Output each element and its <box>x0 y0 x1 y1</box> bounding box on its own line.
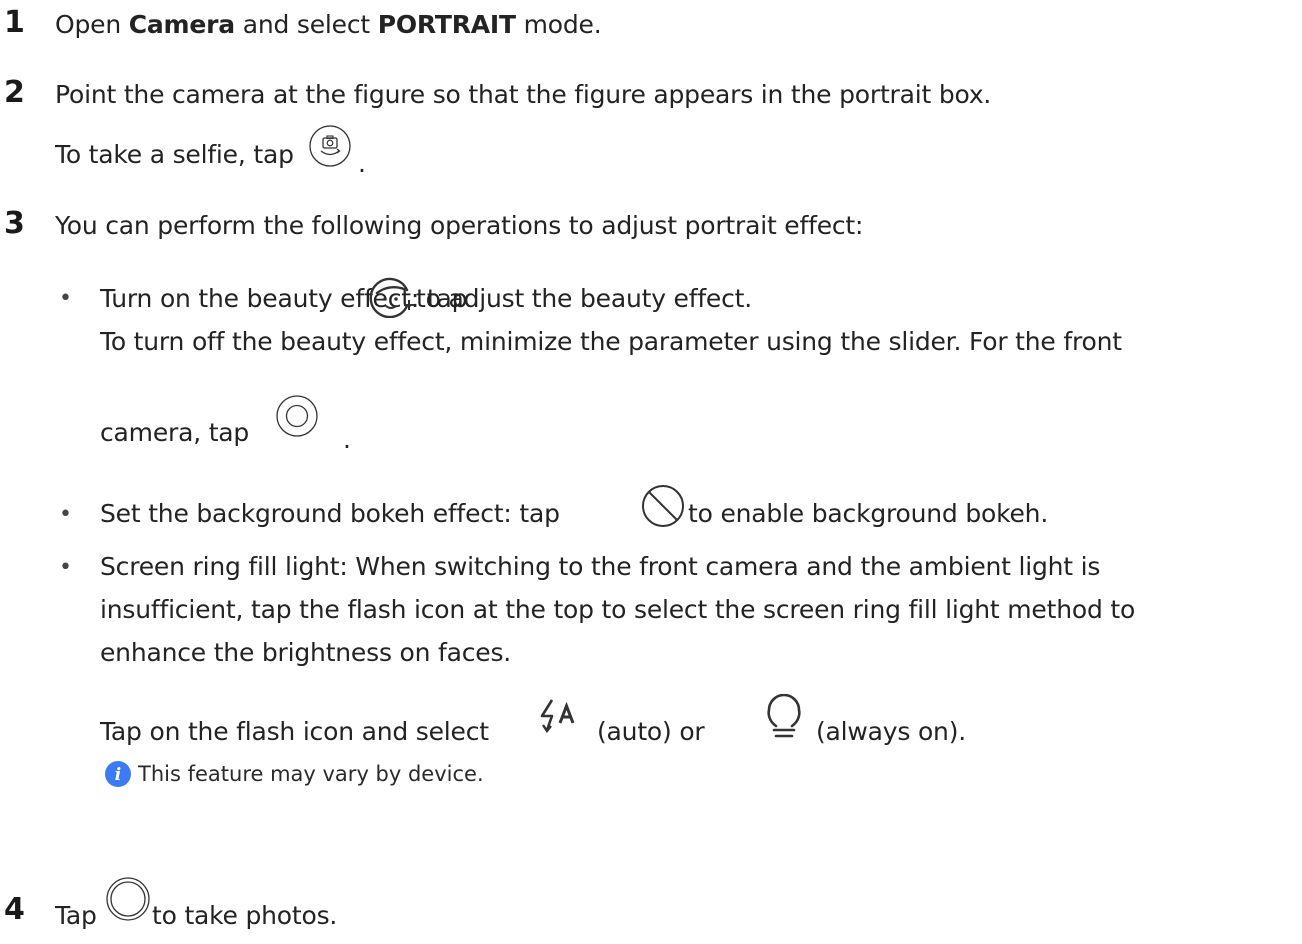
step-1-part: and select <box>234 10 378 39</box>
step-1-text: Open Camera and select PORTRAIT mode. <box>55 8 602 42</box>
step-2-sub-end: . <box>358 149 366 178</box>
shutter-icon <box>105 876 151 922</box>
beauty-bullet-line3-after: . <box>343 425 351 454</box>
fill-light-line-3: enhance the brightness on faces. <box>100 638 512 667</box>
step-4-after: to take photos. <box>152 901 338 930</box>
bullet-dot: • <box>59 286 72 311</box>
beauty-bullet-line3: camera, tap <box>100 416 249 450</box>
beauty-bullet-line3-before: camera, tap <box>100 418 250 447</box>
step-2-text: Point the camera at the figure so that t… <box>55 80 992 109</box>
portrait-mode-name: PORTRAIT <box>377 10 516 39</box>
switch-camera-icon <box>308 124 352 168</box>
bullet-dot: • <box>59 555 72 580</box>
beauty-face-icon <box>369 276 415 318</box>
fill-light-line-2: insufficient, tap the flash icon at the … <box>100 595 1136 624</box>
flash-line-mid: (auto) or <box>597 717 705 746</box>
step-4-text: Tap <box>55 899 97 933</box>
camera-app-name: Camera <box>128 10 235 39</box>
bulb-always-on-icon <box>764 694 804 740</box>
bokeh-bullet-before: Set the background bokeh effect: tap <box>100 499 560 528</box>
step-3-number: 3 <box>4 206 25 241</box>
step-2-sub-text: To take a selfie, tap <box>55 140 294 169</box>
step-1-number: 1 <box>4 5 25 40</box>
flash-line-text: Tap on the flash icon and select <box>100 715 489 749</box>
info-icon: i <box>104 760 132 788</box>
flash-line-after: (always on). <box>816 717 966 746</box>
step-4-before: Tap <box>55 901 97 930</box>
flash-line-before: Tap on the flash icon and select <box>100 717 489 746</box>
step-3-text: You can perform the following operations… <box>55 211 864 240</box>
fill-light-line-1: Screen ring fill light: When switching t… <box>100 552 1101 581</box>
step-4-number: 4 <box>4 892 25 927</box>
flash-auto-icon <box>538 696 586 740</box>
front-beauty-ring-icon <box>275 394 319 438</box>
beauty-bullet-after: to adjust the beauty effect. <box>416 284 752 313</box>
step-1-part: Open <box>55 10 129 39</box>
svg-text:i: i <box>115 765 121 785</box>
bokeh-off-icon <box>640 483 686 529</box>
bokeh-bullet-after: to enable background bokeh. <box>688 499 1049 528</box>
beauty-bullet-line2: To turn off the beauty effect, minimize … <box>100 327 1122 356</box>
bokeh-bullet-text: Set the background bokeh effect: tap <box>100 497 560 531</box>
bullet-dot: • <box>59 502 72 527</box>
step-2-subline: To take a selfie, tap <box>55 138 294 172</box>
device-note: This feature may vary by device. <box>138 762 484 786</box>
step-2-number: 2 <box>4 75 25 110</box>
step-1-part: mode. <box>515 10 602 39</box>
